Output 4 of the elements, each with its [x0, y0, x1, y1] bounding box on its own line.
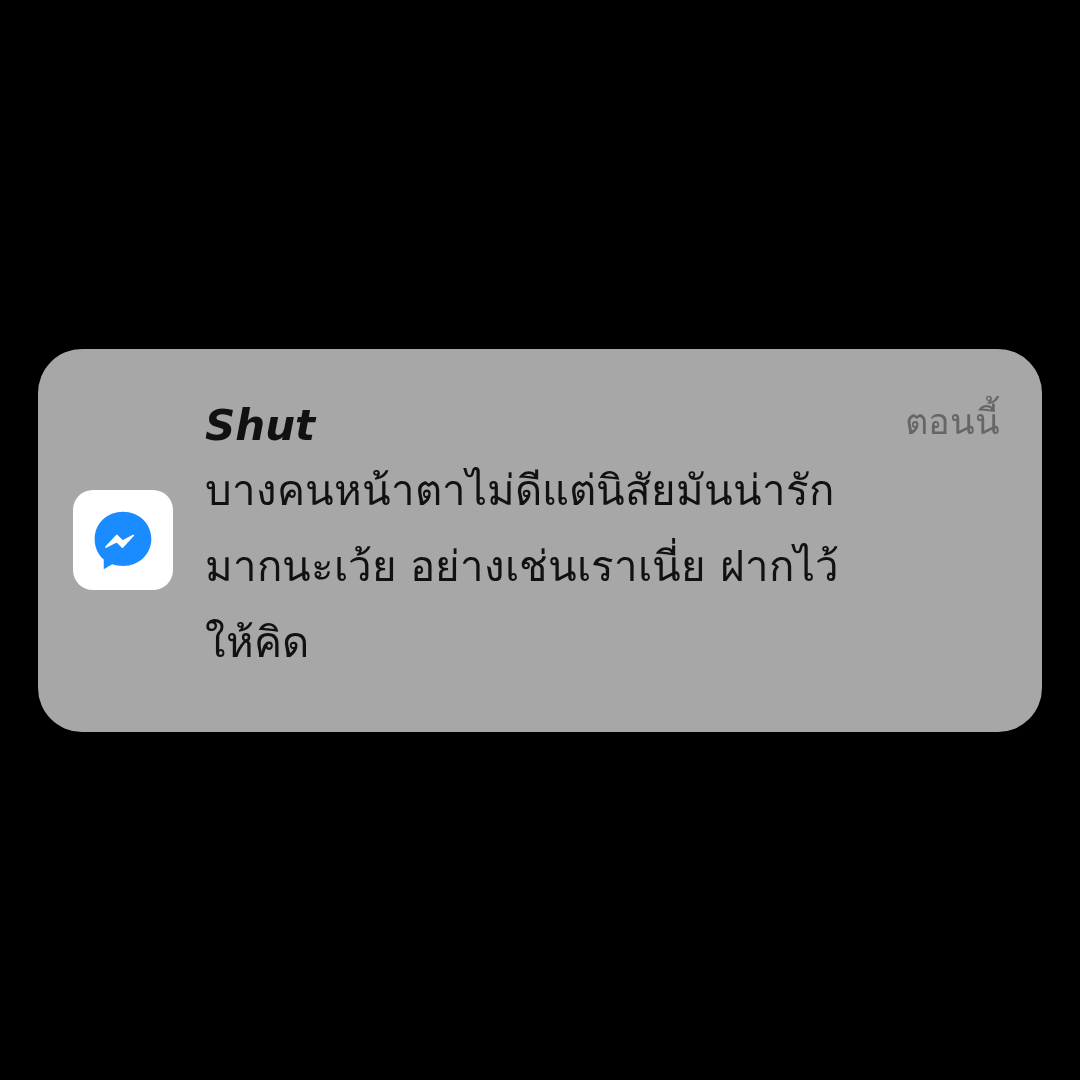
chat-bubble-icon	[73, 490, 173, 590]
sender-name: Shut	[205, 399, 316, 452]
message-text: บางคนหน้าตาไม่ดีแต่นิสัยมันน่ารัก มากนะเว้ย อย่างเช่นเราเนี่ย ฝากไว้ ให้คิด	[205, 465, 840, 670]
notification-card[interactable]: Shut ตอนนี้ บางคนหน้าตาไม่ดีแต่นิสัยมันน่ารัก มากนะเว้ย อย่างเช่นเราเนี่ย ฝากไว้ ให้คิด	[38, 348, 1042, 732]
